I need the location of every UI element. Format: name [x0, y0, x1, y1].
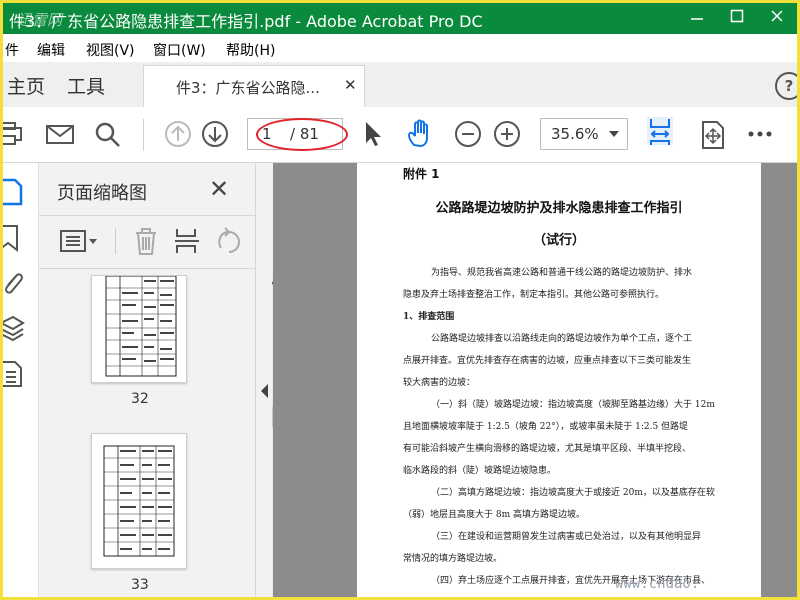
document-line: 常情况的填方路堤边坡。: [403, 554, 503, 564]
document-subtitle: （试行）: [532, 233, 585, 248]
attachments-icon[interactable]: [3, 267, 29, 297]
annotation-oval: [256, 118, 348, 151]
tab-document[interactable]: 件3：广东省公路隐... ✕: [143, 65, 365, 108]
next-page-icon[interactable]: [200, 119, 230, 149]
document-line: 公路路堤边坡排查以沿路线走向的路堤边坡作为单个工点，逐个工: [431, 334, 693, 344]
document-line: （三）在建设和运营期曾发生过病害或已处治过，以及有其他明显异: [431, 532, 702, 542]
chevron-down-icon: [609, 131, 619, 137]
page-thumbnails-icon[interactable]: [3, 177, 29, 207]
maximize-icon: [730, 9, 744, 23]
full-screen-icon[interactable]: [698, 119, 728, 149]
page-thumbnail[interactable]: [91, 433, 187, 569]
document-line: 有可能沿斜坡产生横向滑移的路堤边坡，尤其是填平区段、半填半挖段、: [403, 444, 692, 454]
document-view[interactable]: 附件 1 公路路堤边坡防护及排水隐患排查工作指引 （试行） 为指导、规范我省高速…: [273, 163, 797, 597]
app-window: 件3：广东省公路隐患排查工作指引.pdf - Adobe Acrobat Pro…: [0, 0, 800, 600]
email-icon[interactable]: [45, 119, 75, 149]
close-window-button[interactable]: [757, 3, 797, 34]
menu-window[interactable]: 窗口(W): [153, 40, 206, 60]
rotate-page-icon[interactable]: [215, 226, 243, 256]
menu-file[interactable]: 件: [5, 40, 19, 60]
document-line: 1、排查范围: [403, 312, 455, 322]
panel-title: 页面缩略图: [57, 183, 147, 204]
tab-bar: 主页 工具 件3：广东省公路隐... ✕ ?: [3, 62, 797, 108]
bookmarks-icon[interactable]: [3, 223, 29, 253]
document-title: 公路路堤边坡防护及排水隐患排查工作指引: [435, 201, 683, 216]
document-line: 且地面横坡坡率陡于 1:2.5（坡角 22°），或坡率虽未陡于 1:2.5 但路…: [403, 422, 689, 432]
toolbar-separator: [143, 119, 144, 151]
print-icon[interactable]: [3, 119, 25, 149]
thumbnail-page-number: 32: [131, 391, 149, 407]
document-line: 为指导、规范我省高速公路和普通干线公路的路堤边坡防护、排水: [431, 268, 693, 278]
fit-page-icon[interactable]: [645, 115, 675, 145]
window-title: 件3：广东省公路隐患排查工作指引.pdf - Adobe Acrobat Pro…: [9, 12, 483, 31]
zoom-value: 35.6%: [551, 125, 599, 143]
page-thumbnails-panel: 页面缩略图 ✕ 32 33: [39, 163, 283, 597]
thumbnail-page-number: 33: [131, 577, 149, 593]
minimize-button[interactable]: [677, 3, 717, 34]
collapse-arrow-icon: [261, 384, 268, 398]
delete-page-icon[interactable]: [133, 226, 159, 256]
panel-collapse-handle[interactable]: [256, 163, 272, 597]
pdf-page: 附件 1 公路路堤边坡防护及排水隐患排查工作指引 （试行） 为指导、规范我省高速…: [357, 163, 761, 597]
document-line: 临水路段的斜（陡）坡路堤边坡隐患。: [403, 466, 557, 476]
close-panel-icon[interactable]: ✕: [209, 175, 229, 203]
site-watermark: www.cndao.: [615, 576, 700, 592]
attachment-heading: 附件 1: [403, 167, 440, 181]
zoom-level-select[interactable]: 35.6%: [540, 118, 628, 150]
document-line: （二）高填方路堤边坡：指边坡高度大于或接近 20m，以及基底存在软: [431, 488, 715, 498]
more-options-icon[interactable]: [745, 119, 775, 149]
layers-icon[interactable]: [3, 313, 29, 343]
hand-tool-icon[interactable]: [405, 119, 435, 149]
menu-view[interactable]: 视图(V): [86, 40, 135, 60]
panel-separator: [115, 228, 116, 254]
document-line: 高等级公路、重要构造物的弃土场。: [403, 595, 547, 597]
maximize-button[interactable]: [717, 3, 757, 34]
select-cursor-icon[interactable]: [361, 119, 383, 149]
page-thumbnail[interactable]: [91, 275, 187, 383]
help-icon[interactable]: ?: [775, 72, 797, 100]
navigation-rail: [3, 163, 39, 597]
document-line: 点展开排查。宜优先排查存在病害的边坡，应重点排查以下三类可能发生: [403, 356, 692, 366]
options-menu-icon[interactable]: [59, 228, 99, 254]
toolbar: 1 / 81 35.6%: [3, 107, 797, 163]
tab-document-label: 件3：广东省公路隐...: [176, 79, 320, 97]
menu-edit[interactable]: 编辑: [37, 40, 65, 60]
zoom-in-icon[interactable]: [492, 119, 522, 149]
title-bar: 件3：广东省公路隐患排查工作指引.pdf - Adobe Acrobat Pro…: [3, 3, 797, 34]
minimize-icon: [691, 18, 703, 20]
zoom-out-icon[interactable]: [453, 119, 483, 149]
tab-home[interactable]: 主页: [7, 72, 45, 99]
search-icon[interactable]: [93, 119, 123, 149]
thumbnail-content: [103, 445, 175, 557]
close-icon: [771, 10, 783, 22]
close-tab-icon[interactable]: ✕: [344, 76, 357, 94]
page-document-icon[interactable]: [3, 359, 29, 389]
menu-bar: 件 编辑 视图(V) 窗口(W) 帮助(H): [3, 34, 797, 62]
extract-pages-icon[interactable]: [173, 226, 201, 256]
panel-toolbar: [39, 215, 255, 269]
document-line: （一）斜（陡）坡路堤边坡：指边坡高度（坡脚至路基边缘）大于 12m: [431, 400, 715, 410]
document-line: 较大病害的边坡：: [403, 378, 476, 388]
thumbnail-content: [105, 276, 177, 377]
previous-page-icon[interactable]: [163, 119, 193, 149]
menu-help[interactable]: 帮助(H): [226, 40, 275, 60]
document-line: （弱）地层且高度大于 8m 高填方路堤边坡。: [403, 510, 585, 520]
logo-watermark: 迅雷网: [17, 11, 63, 29]
tab-tools[interactable]: 工具: [67, 72, 105, 99]
document-line: 隐患及弃土场排查整治工作，制定本指引。其他公路可参照执行。: [403, 290, 665, 300]
